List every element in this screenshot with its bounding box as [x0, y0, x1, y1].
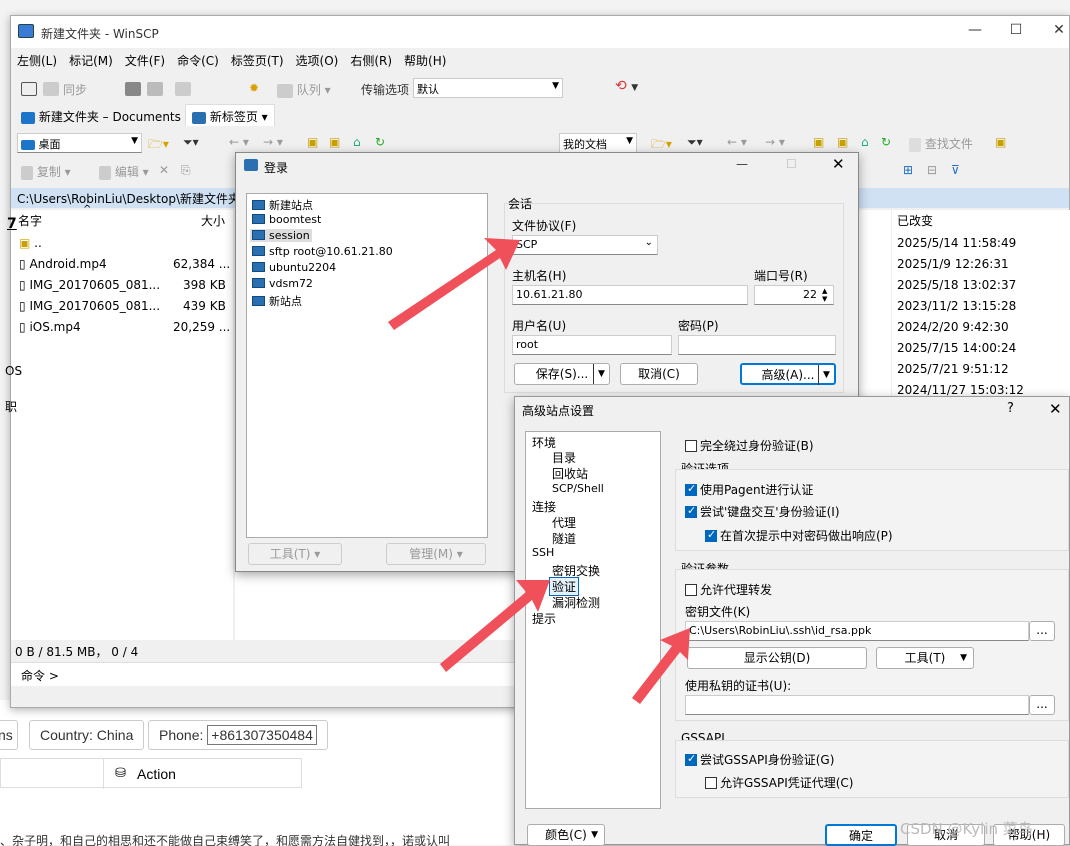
annotation-arrows [388, 238, 690, 704]
arrow-to-protocol [388, 238, 520, 330]
arrow-to-keyfile [632, 628, 690, 704]
arrow-to-auth-tree [440, 580, 550, 672]
